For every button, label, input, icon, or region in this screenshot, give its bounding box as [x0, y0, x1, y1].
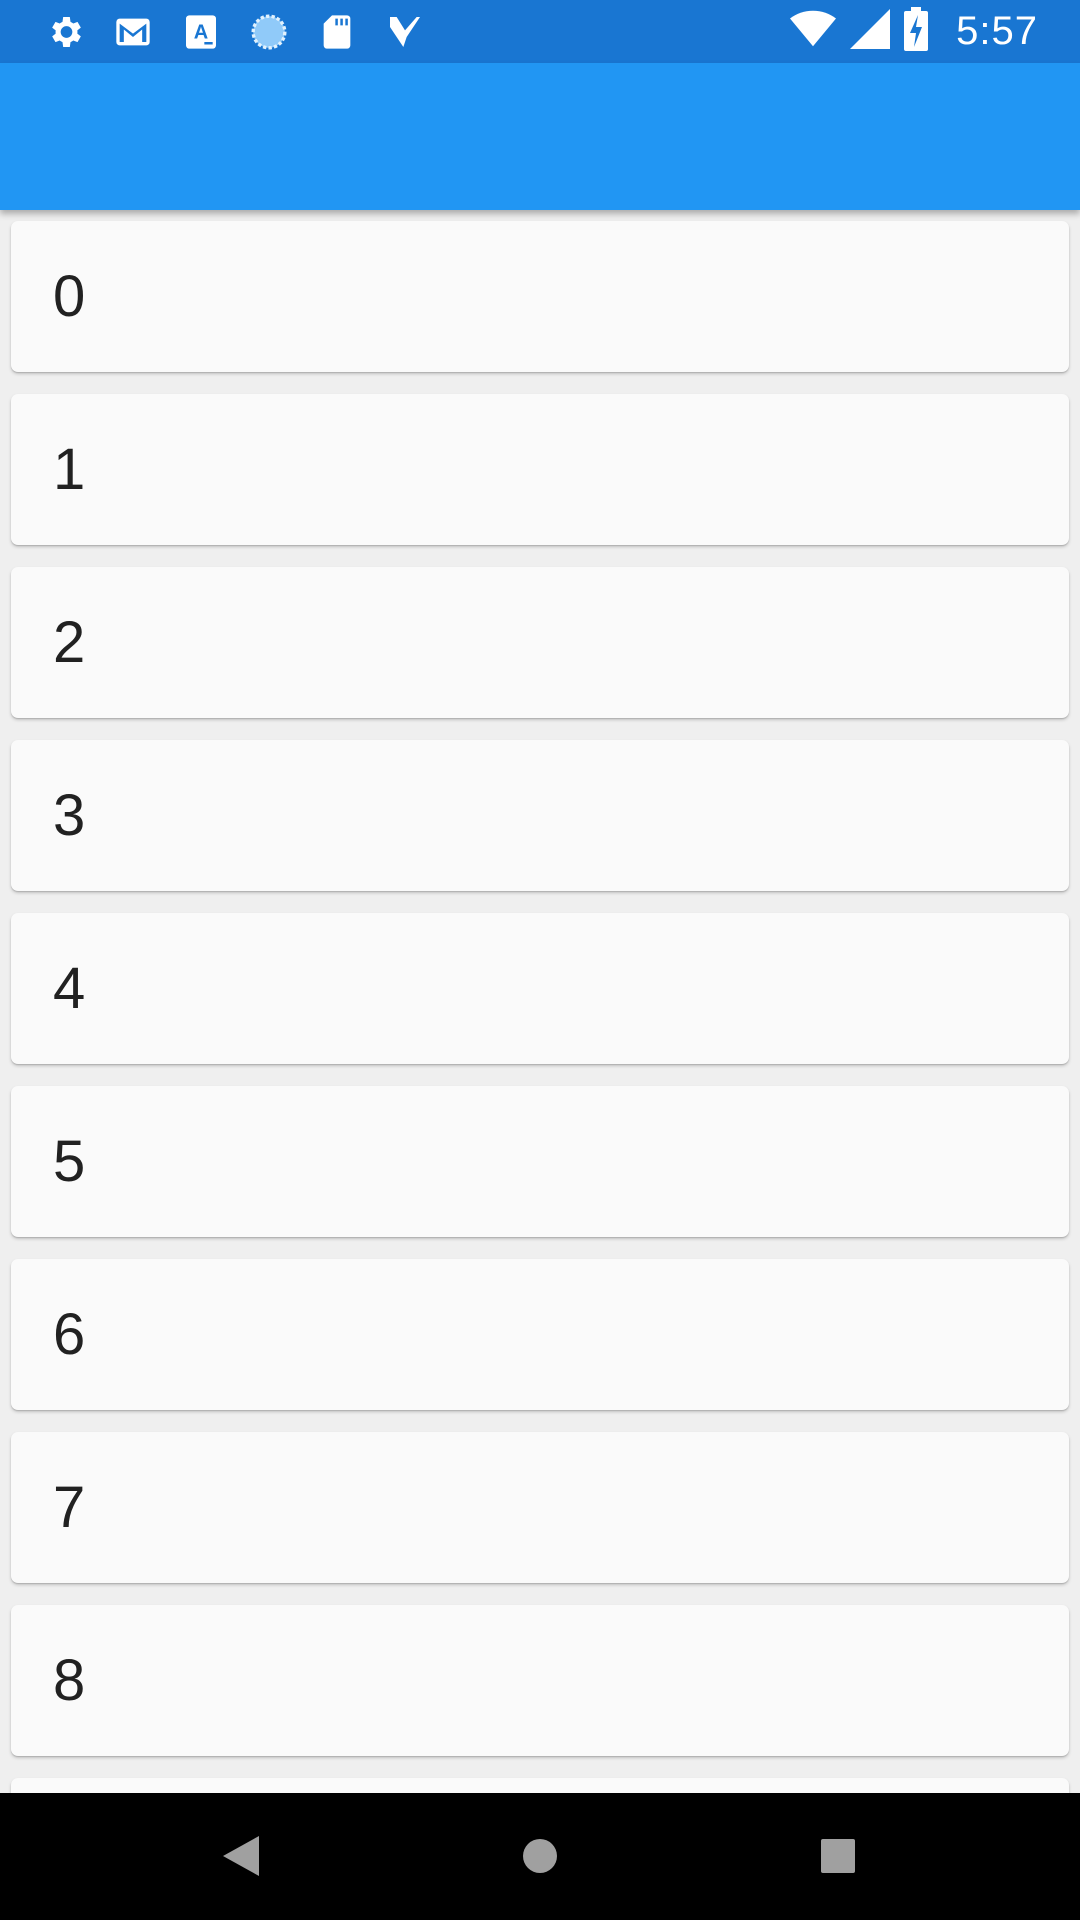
list-item-label: 4: [53, 956, 86, 1021]
home-icon[interactable]: [505, 1821, 575, 1891]
svg-text:A: A: [194, 21, 208, 43]
list-item-card[interactable]: 4: [11, 913, 1069, 1064]
sync-progress-icon: [249, 12, 289, 52]
app-bar: [0, 63, 1080, 210]
cell-signal-icon: [850, 9, 891, 54]
list-item-label: 6: [53, 1302, 86, 1367]
battery-charging-icon: [904, 7, 929, 56]
list-item-card[interactable]: 0: [11, 221, 1069, 372]
list-item-label: 2: [53, 610, 86, 675]
wifi-icon: [790, 9, 837, 54]
back-icon[interactable]: [206, 1821, 276, 1891]
list-item-card[interactable]: 5: [11, 1086, 1069, 1237]
list-item-label: 7: [53, 1475, 86, 1540]
card-list[interactable]: 0 1 2 3 4 5 6 7 8: [0, 210, 1080, 1793]
status-time: 5:57: [956, 9, 1038, 53]
gmail-icon: [113, 12, 153, 52]
list-item-card[interactable]: 2: [11, 567, 1069, 718]
list-item-card[interactable]: 7: [11, 1432, 1069, 1583]
text-a-icon: A: [181, 12, 221, 52]
system-status-icons: 5:57: [790, 0, 1038, 63]
navigation-bar: [0, 1793, 1080, 1920]
status-bar: A 5:57: [0, 0, 1080, 63]
list-item-card[interactable]: [11, 1778, 1069, 1793]
list-item-label: 3: [53, 783, 86, 848]
list-item-label: 5: [53, 1129, 86, 1194]
list-item-card[interactable]: 1: [11, 394, 1069, 545]
recents-icon[interactable]: [803, 1821, 873, 1891]
checklist-icon: [385, 12, 425, 52]
list-item-label: 8: [53, 1648, 86, 1713]
sd-card-icon: [317, 12, 357, 52]
list-item-card[interactable]: 8: [11, 1605, 1069, 1756]
list-item-label: 1: [53, 437, 86, 502]
settings-icon: [45, 12, 85, 52]
list-item-card[interactable]: 6: [11, 1259, 1069, 1410]
notification-icons: A: [45, 0, 425, 63]
list-item-label: 0: [53, 264, 86, 329]
list-item-card[interactable]: 3: [11, 740, 1069, 891]
